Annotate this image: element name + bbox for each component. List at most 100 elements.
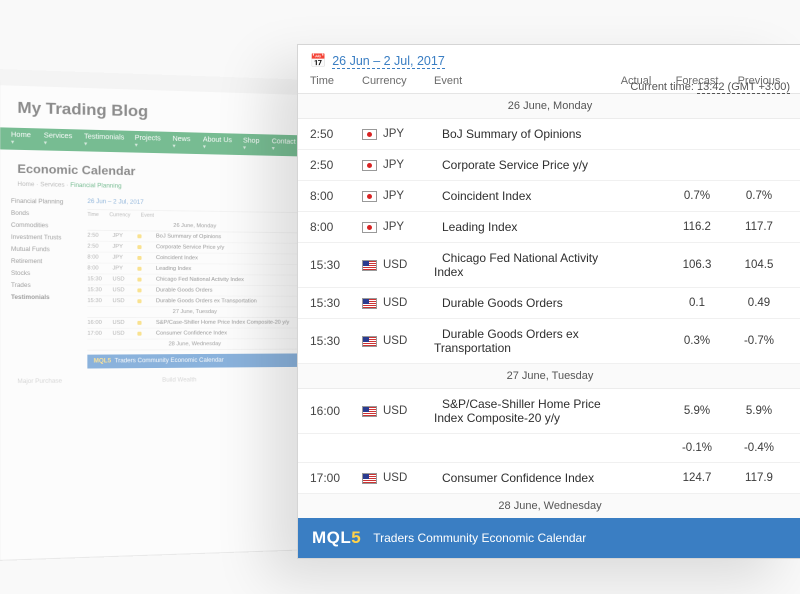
- event-row[interactable]: 8:00JPYLeading Index116.2117.7: [298, 212, 800, 243]
- event-row[interactable]: 15:30 USD Durable Goods Orders ex Transpor…: [298, 319, 800, 364]
- importance-icon: [137, 245, 141, 249]
- event-currency: USD: [362, 259, 434, 271]
- brand: MQL5: [94, 358, 111, 364]
- importance-icon: [137, 299, 141, 303]
- crumb-home[interactable]: Home: [17, 182, 34, 188]
- nav-testimonials[interactable]: Testimonials: [84, 134, 124, 149]
- clock-value[interactable]: 13:42 (GMT +3:00): [697, 81, 790, 94]
- event-name: BoJ Summary of Opinions: [156, 234, 221, 241]
- importance-icon: [137, 267, 141, 271]
- event-row[interactable]: 8:00JPYCoincident Index0.7%0.7%: [298, 181, 800, 212]
- blog-event-row[interactable]: 16:00USDS&P/Case-Shiller Home Price Inde…: [87, 318, 299, 329]
- sidebar-item[interactable]: Bonds: [9, 208, 79, 221]
- event-name: Coincident Index: [442, 189, 531, 203]
- time: 8:00: [87, 255, 106, 261]
- event-name: S&P/Case-Shiller Home Price Index Compos…: [434, 397, 601, 425]
- sidebar-item[interactable]: Stocks: [9, 268, 79, 280]
- time: 15:30: [87, 276, 106, 282]
- event-time: 2:50: [310, 158, 362, 172]
- col-currency: Currency: [362, 75, 434, 87]
- event-row[interactable]: 16:00USDS&P/Case-Shiller Home Price Inde…: [298, 389, 800, 434]
- sidebar-item[interactable]: Mutual Funds: [9, 244, 79, 257]
- blog-day-header: 28 June, Wednesday: [87, 339, 299, 351]
- col-event: Event: [141, 213, 154, 219]
- nav-services[interactable]: Services: [44, 133, 74, 148]
- jpy-flag-icon: [362, 222, 377, 233]
- blog-event-row[interactable]: 15:30USDDurable Goods Orders: [87, 285, 299, 296]
- usd-flag-icon: [362, 260, 377, 271]
- event-time: 15:30: [310, 296, 362, 310]
- event-time: 17:00: [310, 471, 362, 485]
- currency: USD: [112, 276, 131, 282]
- day-header: 27 June, Tuesday: [298, 364, 800, 389]
- currency: USD: [112, 298, 131, 304]
- day-header: 26 June, Monday: [298, 94, 800, 119]
- currency: JPY: [112, 244, 131, 250]
- nav-projects[interactable]: Projects: [135, 135, 163, 149]
- blog-event-row[interactable]: 17:00USDConsumer Confidence Index: [87, 328, 299, 339]
- brand-text: MQL: [312, 528, 351, 547]
- nav-home[interactable]: Home: [11, 132, 33, 147]
- currency-code: USD: [383, 259, 407, 271]
- col-event: Event: [434, 75, 606, 87]
- card-build-wealth[interactable]: Build Wealth: [162, 377, 291, 384]
- currency-code: USD: [383, 335, 407, 347]
- footer-subtitle: Traders Community Economic Calendar: [373, 531, 586, 545]
- current-time: Current time: 13:42 (GMT +3:00): [630, 81, 790, 93]
- blog-widget-footer: MQL5 Traders Community Economic Calendar: [87, 353, 299, 368]
- nav-about[interactable]: About Us: [203, 137, 233, 151]
- blog-event-row[interactable]: 15:30USDDurable Goods Orders ex Transpor…: [87, 296, 299, 307]
- event-name: Durable Goods Orders: [156, 288, 213, 294]
- event-row[interactable]: 15:30 USD Chicago Fed National Activity In…: [298, 243, 800, 288]
- time: 2:50: [87, 244, 106, 250]
- usd-flag-icon: [362, 336, 377, 347]
- date-range-picker[interactable]: 26 Jun – 2 Jul, 2017: [332, 54, 445, 69]
- nav-shop[interactable]: Shop: [243, 138, 262, 152]
- col-time: Time: [87, 212, 98, 218]
- currency: JPY: [112, 266, 131, 272]
- blog-event-row[interactable]: 15:30USDChicago Fed National Activity In…: [87, 274, 299, 286]
- event-row[interactable]: 15:30USDDurable Goods Orders0.10.49: [298, 288, 800, 319]
- blog-calendar-widget: 26 Jun – 2 Jul, 2017 Time Currency Event…: [87, 197, 299, 368]
- currency-code: USD: [383, 297, 407, 309]
- event-row[interactable]: 2:50JPYCorporate Service Price y/y: [298, 150, 800, 181]
- event-time: 8:00: [310, 220, 362, 234]
- time: 15:30: [87, 298, 106, 304]
- currency: USD: [112, 331, 131, 337]
- sidebar-item[interactable]: Retirement: [9, 256, 79, 268]
- forecast-value: 0.3%: [666, 335, 728, 347]
- economic-calendar-panel: 📅 26 Jun – 2 Jul, 2017 Current time: 13:…: [297, 44, 800, 559]
- sidebar-item[interactable]: Financial Planning: [9, 196, 79, 209]
- calendar-footer: MQL5 Traders Community Economic Calendar: [298, 518, 800, 558]
- currency: USD: [112, 320, 131, 326]
- importance-icon: [137, 234, 141, 238]
- importance-icon: [137, 278, 141, 282]
- event-name: Leading Index: [156, 266, 191, 272]
- brand-num: 5: [351, 528, 361, 547]
- brand-sub: Traders Community Economic Calendar: [115, 358, 224, 365]
- event-row[interactable]: 17:00USDConsumer Confidence Index124.711…: [298, 463, 800, 494]
- event-name: Durable Goods Orders ex Transportation: [434, 327, 579, 355]
- event-time: 15:30: [310, 258, 362, 272]
- event-currency: JPY: [362, 221, 434, 233]
- previous-value: -0.7%: [728, 335, 790, 347]
- sidebar-item[interactable]: Investment Trusts: [9, 232, 79, 245]
- event-currency: USD: [362, 335, 434, 347]
- crumb-current: Financial Planning: [70, 183, 121, 190]
- currency-code: JPY: [383, 190, 404, 202]
- event-row[interactable]: 2:50JPYBoJ Summary of Opinions: [298, 119, 800, 150]
- previous-value: 117.7: [728, 221, 790, 233]
- event-time: 15:30: [310, 334, 362, 348]
- crumb-services[interactable]: Services: [40, 182, 64, 188]
- event-cell: Chicago Fed National Activity Index: [434, 251, 606, 279]
- event-name: Corporate Service Price y/y: [442, 158, 588, 172]
- nav-contact[interactable]: Contact: [272, 138, 297, 152]
- time: 17:00: [87, 331, 106, 337]
- card-major-purchase[interactable]: Major Purchase: [17, 378, 151, 385]
- blog-window: My Trading Blog Home Services Testimonia…: [0, 69, 308, 561]
- col-time: Time: [310, 75, 362, 87]
- currency-code: USD: [383, 472, 407, 484]
- nav-news[interactable]: News: [172, 136, 192, 150]
- sidebar-item[interactable]: Trades: [9, 280, 79, 292]
- sidebar-item[interactable]: Commodities: [9, 220, 79, 233]
